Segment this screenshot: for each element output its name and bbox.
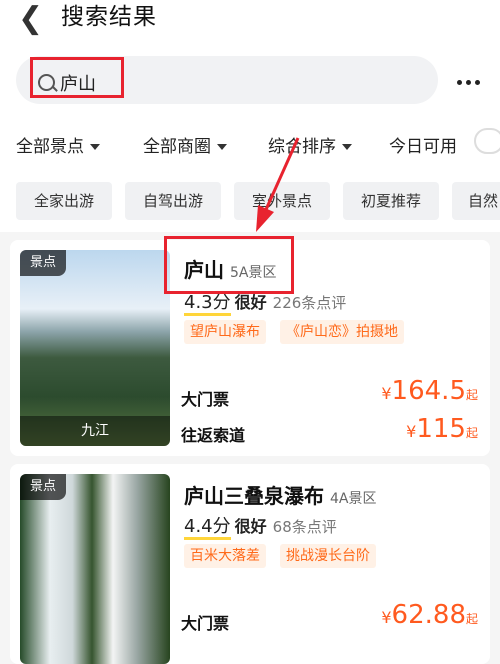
annotation-arrow-icon: [256, 137, 300, 232]
